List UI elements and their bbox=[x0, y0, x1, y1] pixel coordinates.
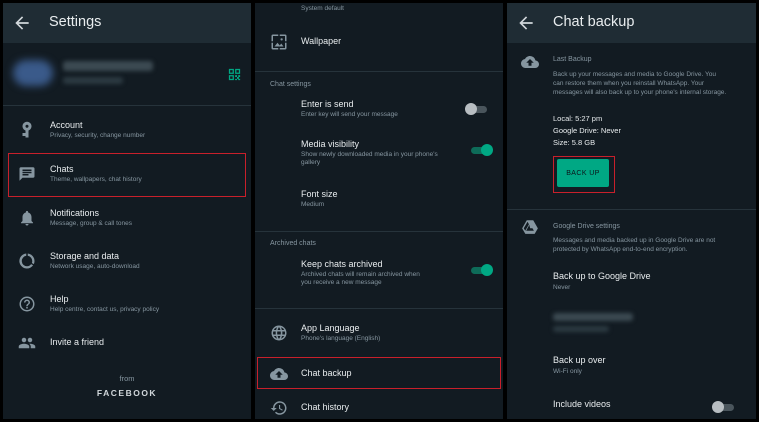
settings-item-sub: Help centre, contact us, privacy policy bbox=[50, 306, 160, 313]
settings-item-help[interactable]: Help Help centre, contact us, privacy po… bbox=[3, 285, 251, 325]
settings-item-label: Invite a friend bbox=[50, 337, 105, 347]
backup-to-gdrive-label: Back up to Google Drive bbox=[553, 271, 651, 281]
wallpaper-icon bbox=[271, 34, 287, 50]
settings-item-sub: Network usage, auto-download bbox=[50, 263, 140, 270]
settings-item-notifications[interactable]: Notifications Message, group & call tone… bbox=[3, 199, 251, 239]
wallpaper-item[interactable]: Wallpaper bbox=[255, 29, 503, 55]
gdrive-description: protected by WhatsApp end-to-end encrypt… bbox=[553, 246, 688, 253]
page-title: Settings bbox=[49, 14, 102, 30]
wallpaper-label: Wallpaper bbox=[301, 36, 342, 46]
media-visibility-item[interactable]: Media visibility Show newly downloaded m… bbox=[255, 137, 503, 173]
backup-size: Size: 5.8 GB bbox=[553, 138, 596, 147]
backup-over-sub: Wi-Fi only bbox=[553, 368, 582, 375]
app-language-item[interactable]: App Language Phone's language (English) bbox=[255, 317, 503, 349]
media-visibility-label: Media visibility bbox=[301, 139, 360, 149]
chat-history-label: Chat history bbox=[301, 402, 350, 412]
divider bbox=[255, 71, 503, 72]
history-icon bbox=[270, 401, 287, 415]
font-size-label: Font size bbox=[301, 189, 338, 199]
back-arrow-icon[interactable] bbox=[12, 13, 32, 33]
media-visibility-sub: gallery bbox=[301, 159, 321, 166]
avatar bbox=[13, 60, 53, 86]
backup-description: messages will also back up to your phone… bbox=[553, 89, 727, 96]
account-sub-blurred bbox=[553, 326, 609, 332]
keep-archived-label: Keep chats archived bbox=[301, 259, 383, 269]
local-backup-time: Local: 5:27 pm bbox=[553, 114, 603, 123]
section-chat-settings: Chat settings bbox=[270, 81, 311, 88]
settings-item-storage[interactable]: Storage and data Network usage, auto-dow… bbox=[3, 242, 251, 282]
enter-is-send-toggle[interactable] bbox=[465, 102, 489, 116]
settings-item-sub: Privacy, security, change number bbox=[50, 132, 146, 139]
page-title: Chat backup bbox=[553, 14, 635, 30]
enter-is-send-item[interactable]: Enter is send Enter key will send your m… bbox=[255, 97, 503, 125]
divider bbox=[3, 105, 251, 106]
profile-name-blurred bbox=[63, 61, 153, 71]
divider bbox=[507, 209, 756, 210]
key-icon bbox=[22, 121, 32, 138]
chats-highlight-box bbox=[8, 153, 246, 197]
app-language-label: App Language bbox=[301, 323, 360, 333]
settings-item-label: Storage and data bbox=[50, 251, 120, 261]
font-size-sub: Medium bbox=[301, 201, 325, 208]
settings-item-label: Account bbox=[50, 120, 83, 130]
settings-item-account[interactable]: Account Privacy, security, change number bbox=[3, 111, 251, 151]
backup-over-item[interactable]: Back up over Wi-Fi only bbox=[507, 353, 756, 381]
keep-archived-item[interactable]: Keep chats archived Archived chats will … bbox=[255, 257, 503, 293]
include-videos-toggle[interactable] bbox=[712, 400, 736, 414]
keep-archived-sub: you receive a new message bbox=[301, 279, 382, 286]
back-arrow-icon[interactable] bbox=[516, 13, 536, 33]
include-videos-label: Include videos bbox=[553, 399, 611, 409]
data-usage-icon bbox=[19, 253, 35, 269]
settings-item-label: Notifications bbox=[50, 208, 100, 218]
google-drive-icon bbox=[522, 220, 538, 234]
backup-to-gdrive-sub: Never bbox=[553, 284, 571, 291]
settings-item-sub: Message, group & call tones bbox=[50, 220, 133, 227]
gdrive-settings-heading: Google Drive settings bbox=[553, 223, 620, 230]
chat-history-item[interactable]: Chat history bbox=[255, 395, 503, 419]
chat-backup-panel: Chat backup Last Backup Back up your mes… bbox=[507, 3, 756, 419]
media-visibility-sub: Show newly downloaded media in your phon… bbox=[301, 151, 438, 158]
footer-brand: FACEBOOK bbox=[96, 388, 158, 398]
profile-status-blurred bbox=[63, 77, 123, 84]
last-backup-heading: Last Backup bbox=[553, 56, 592, 63]
chat-backup-highlight-box bbox=[257, 357, 501, 389]
backup-over-label: Back up over bbox=[553, 355, 606, 365]
settings-item-invite[interactable]: Invite a friend bbox=[3, 328, 251, 358]
gdrive-backup-time: Google Drive: Never bbox=[553, 126, 621, 135]
footer-from: from bbox=[119, 374, 135, 383]
media-visibility-toggle[interactable] bbox=[469, 143, 493, 157]
settings-panel: Settings Account Privacy, security, chan… bbox=[3, 3, 251, 419]
enter-is-send-label: Enter is send bbox=[301, 99, 354, 109]
google-account-item[interactable] bbox=[507, 309, 756, 339]
help-icon bbox=[19, 296, 35, 312]
app-language-sub: Phone's language (English) bbox=[301, 335, 381, 342]
keep-archived-toggle[interactable] bbox=[469, 263, 493, 277]
font-size-item[interactable]: Font size Medium bbox=[255, 187, 503, 215]
divider bbox=[255, 308, 503, 309]
globe-icon bbox=[271, 325, 287, 341]
backup-to-gdrive-item[interactable]: Back up to Google Drive Never bbox=[507, 269, 756, 297]
backup-button-highlight-box bbox=[553, 156, 615, 193]
backup-description: Back up your messages and media to Googl… bbox=[553, 71, 716, 78]
settings-app-bar: Settings bbox=[3, 3, 251, 43]
section-archived-chats: Archived chats bbox=[270, 240, 316, 247]
gdrive-description: Messages and media backed up in Google D… bbox=[553, 237, 716, 244]
qr-code-icon[interactable] bbox=[227, 67, 242, 82]
bell-icon bbox=[21, 210, 33, 226]
chat-backup-app-bar: Chat backup bbox=[507, 3, 756, 43]
include-videos-item[interactable]: Include videos bbox=[507, 393, 756, 417]
theme-sub: System default bbox=[301, 5, 344, 12]
profile-row[interactable] bbox=[3, 43, 251, 105]
chats-settings-panel: System default Wallpaper Chat settings E… bbox=[255, 3, 503, 419]
divider bbox=[255, 231, 503, 232]
account-email-blurred bbox=[553, 313, 633, 321]
settings-item-label: Help bbox=[50, 294, 69, 304]
people-icon bbox=[18, 337, 36, 349]
backup-description: can restore them when you reinstall What… bbox=[553, 80, 705, 87]
enter-is-send-sub: Enter key will send your message bbox=[301, 111, 398, 118]
cloud-upload-icon bbox=[521, 56, 539, 68]
